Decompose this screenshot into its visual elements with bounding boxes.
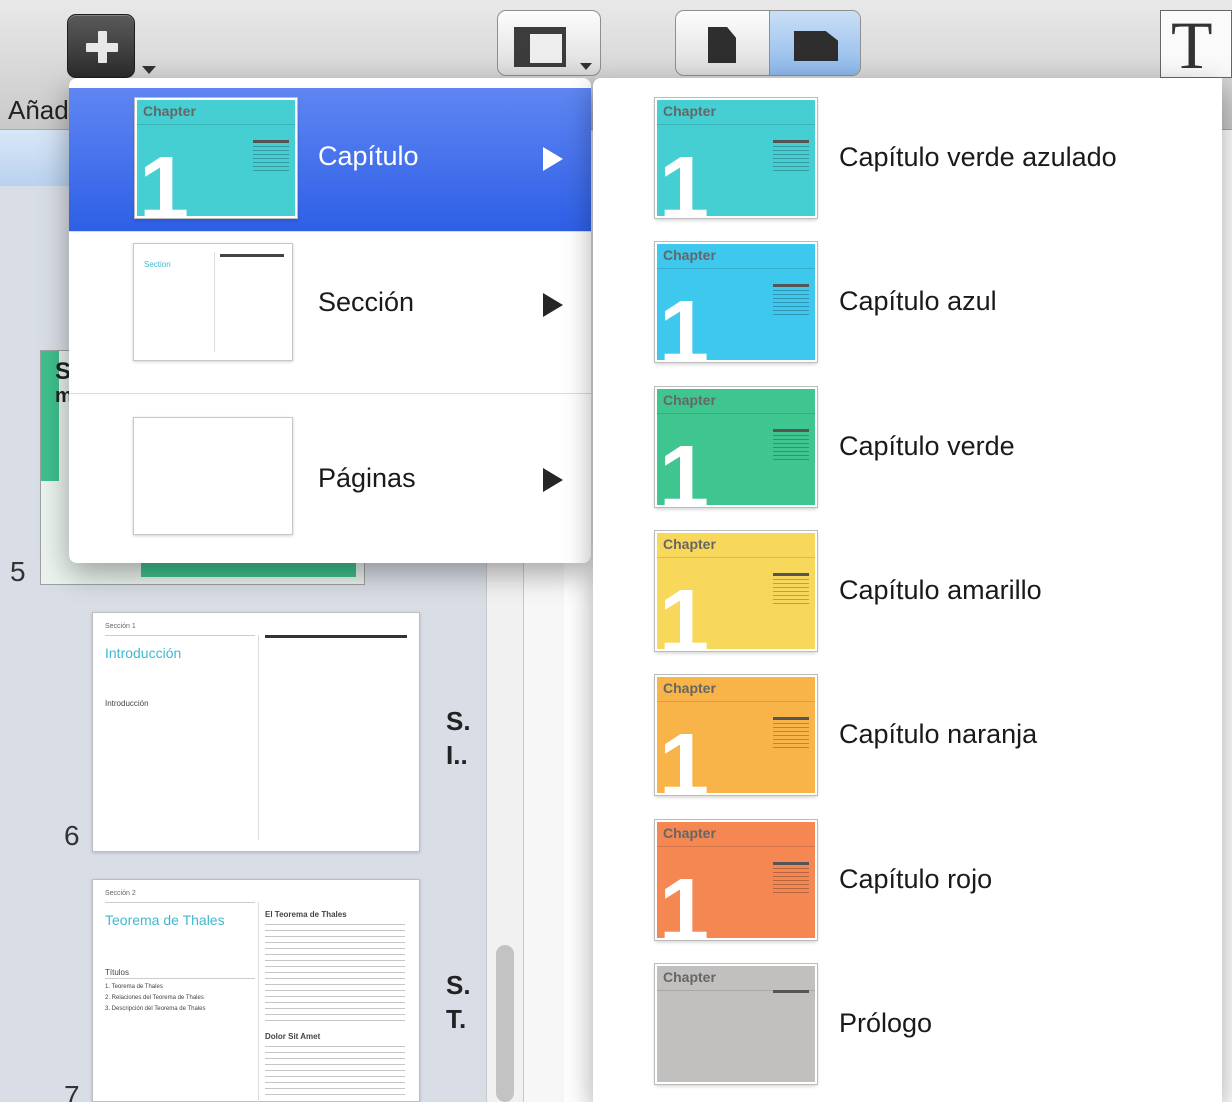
chapter-thumbnail: Chapter 1 — [655, 242, 817, 363]
submenu-item-label: Capítulo amarillo — [839, 574, 1042, 605]
add-page-menu: Chapter 1 Capítulo Section Sección Págin… — [69, 78, 591, 563]
thumb-toc-item: 3. Descripción del Teorema de Thales — [105, 1006, 206, 1012]
submenu-item[interactable]: Chapter 1 Capítulo naranja — [593, 675, 1222, 819]
chapter-thumbnail: Chapter 1 — [655, 675, 817, 796]
text-box-icon: T — [1171, 7, 1213, 83]
thumb-section-label: Sección 2 — [105, 890, 136, 897]
thumb-toc-title: Títulos — [105, 968, 130, 977]
sidebar-scrollbar-thumb[interactable] — [496, 945, 514, 1102]
thumb-subheading: Dolor Sit Amet — [265, 1032, 321, 1041]
page-number: 7 — [64, 1080, 80, 1102]
submenu-item[interactable]: Chapter Prólogo — [593, 963, 1222, 1102]
page-thumbnail[interactable]: Sección 2 Teorema de Thales Títulos 1. T… — [92, 879, 420, 1102]
page-number: 6 — [64, 820, 80, 851]
chapter-submenu: Chapter 1 Capítulo verde azulado Chapter 1 Ca… — [593, 78, 1222, 1102]
chapter-thumbnail: Chapter 1 — [655, 819, 817, 940]
submenu-item-label: Capítulo verde — [839, 430, 1015, 461]
text-box-button[interactable]: T — [1160, 7, 1232, 83]
page-number: 5 — [10, 556, 26, 587]
submenu-item[interactable]: Chapter 1 Capítulo verde azulado — [593, 98, 1222, 242]
thumb-body: Introducción — [105, 699, 149, 708]
chapter-thumbnail: Chapter 1 — [655, 98, 817, 218]
thumb-title: Teorema de Thales — [105, 912, 225, 928]
page-abbr-line1: S. — [446, 706, 471, 736]
submenu-item[interactable]: Chapter 1 Capítulo verde — [593, 386, 1222, 531]
view-menu-button[interactable] — [497, 10, 601, 76]
submenu-item[interactable]: Chapter 1 Capítulo azul — [593, 242, 1222, 386]
chapter-thumbnail: Chapter 1 — [655, 386, 817, 507]
menu-item-label: Capítulo — [318, 141, 419, 171]
section-thumbnail: Section — [133, 243, 293, 361]
thumb-toc-item: 1. Teorema de Thales — [105, 984, 163, 990]
submenu-item-label: Capítulo verde azulado — [839, 142, 1117, 172]
submenu-item-label: Prólogo — [839, 1007, 933, 1038]
landscape-orientation-button[interactable] — [769, 11, 860, 75]
page-thumbnail[interactable]: Sección 1 Introducción Introducción — [92, 612, 420, 852]
submenu-item[interactable]: Chapter 1 Capítulo rojo — [593, 819, 1222, 964]
menu-item-pages[interactable]: Páginas — [69, 393, 591, 563]
pages-thumbnail — [133, 417, 293, 535]
portrait-page-icon — [708, 27, 736, 63]
menu-item-section[interactable]: Section Sección — [69, 231, 591, 393]
chevron-right-icon — [543, 147, 563, 171]
add-button-label: Añad — [8, 95, 69, 125]
orientation-segmented-control — [675, 10, 861, 76]
thumb-title: Introducción — [105, 645, 182, 661]
menu-item-label: Páginas — [318, 463, 416, 493]
landscape-page-icon — [794, 31, 838, 61]
submenu-item-label: Capítulo naranja — [839, 719, 1038, 750]
thumb-toc-item: 2. Relaciones del Teorema de Thales — [105, 995, 204, 1001]
chapter-thumbnail: Chapter 1 — [655, 530, 817, 651]
sidebar-view-icon — [514, 27, 566, 67]
menu-item-chapter[interactable]: Chapter 1 Capítulo — [69, 88, 591, 231]
page-abbr-line2: I.. — [446, 740, 468, 770]
menu-item-label: Sección — [318, 287, 415, 317]
submenu-item-label: Capítulo rojo — [839, 863, 993, 894]
chapter-thumbnail: Chapter 1 — [135, 98, 297, 218]
thumb-section-label: Sección 1 — [105, 623, 136, 630]
chevron-right-icon — [543, 293, 563, 317]
chevron-down-icon[interactable] — [142, 66, 156, 74]
submenu-item[interactable]: Chapter 1 Capítulo amarillo — [593, 530, 1222, 675]
submenu-item-label: Capítulo azul — [839, 286, 997, 317]
chevron-right-icon — [543, 468, 563, 492]
chapter-thumbnail: Chapter — [655, 963, 817, 1084]
add-page-button[interactable] — [67, 14, 135, 78]
chevron-down-icon — [580, 63, 592, 70]
page-abbr-line2: T. — [446, 1004, 467, 1034]
page-abbr-line1: S. — [446, 970, 471, 1000]
thumb-heading: El Teorema de Thales — [265, 910, 347, 919]
portrait-orientation-button[interactable] — [676, 11, 769, 75]
